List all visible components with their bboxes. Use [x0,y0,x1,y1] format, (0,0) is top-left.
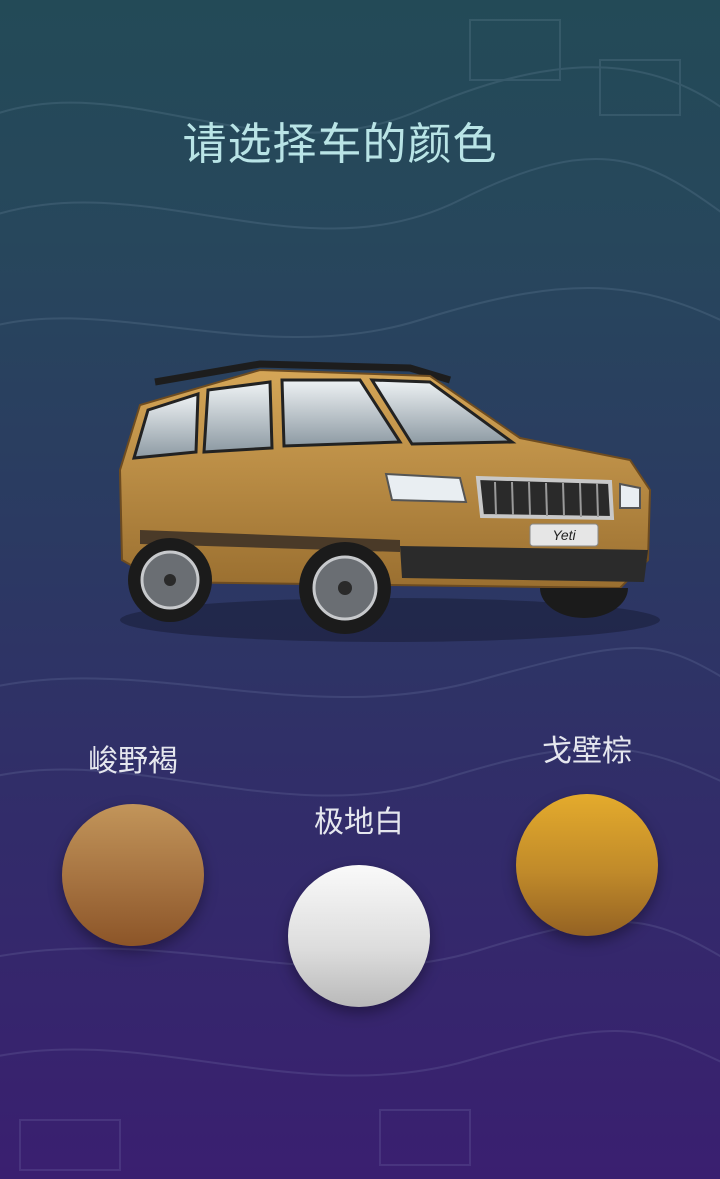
color-label: 戈壁棕 [542,734,632,769]
car-image: Yeti [118,360,660,642]
color-picker-screen: 请选择车的颜色 Yeti 峻野褐 极地白 戈壁棕 [0,0,720,1179]
color-option-brown[interactable]: 峻野褐 [58,736,208,946]
color-label: 峻野褐 [88,744,178,779]
color-swatch-gold[interactable] [516,794,658,936]
page-title: 请选择车的颜色 [182,119,498,170]
color-option-white[interactable]: 极地白 [284,797,434,1007]
color-swatch-white[interactable] [288,865,430,1007]
color-swatch-brown[interactable] [62,804,204,946]
model-badge: Yeti [552,527,576,543]
color-label: 极地白 [314,805,404,840]
color-option-gold[interactable]: 戈壁棕 [512,726,662,936]
